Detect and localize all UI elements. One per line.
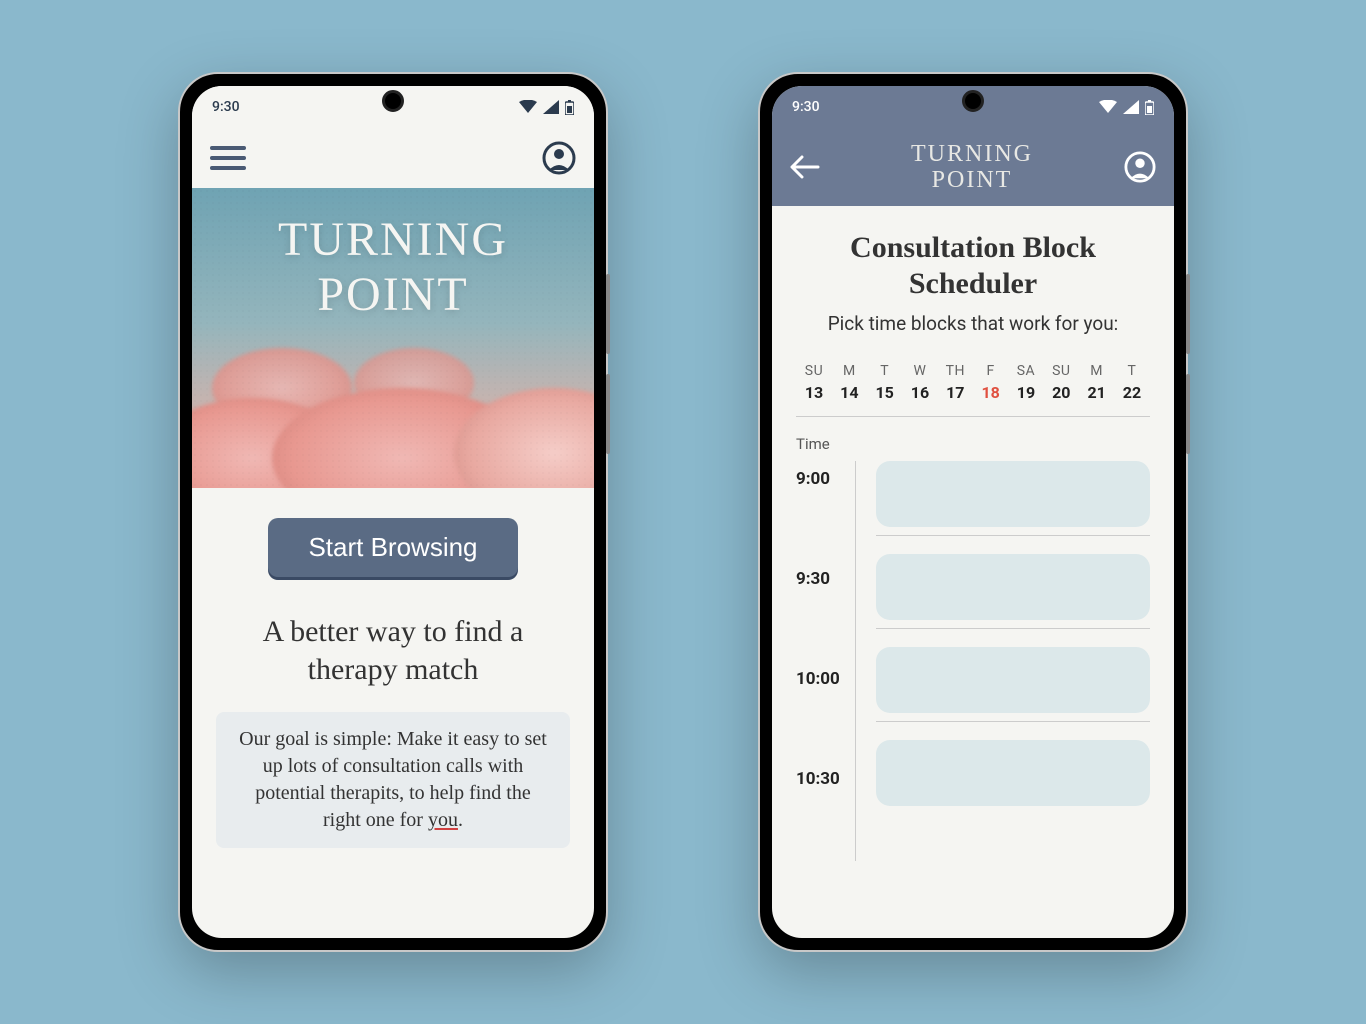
calendar-day-number[interactable]: 21 — [1081, 383, 1113, 402]
calendar-day-number[interactable]: 15 — [869, 383, 901, 402]
time-label-cell: 10:00 — [796, 661, 845, 761]
time-label-cell: 9:30 — [796, 561, 845, 661]
calendar-day-label: TH — [939, 363, 971, 379]
wifi-icon — [1099, 100, 1117, 114]
menu-icon[interactable] — [210, 146, 246, 170]
calendar-day-labels: SUMTWTHFSASUMT — [796, 363, 1150, 379]
calendar-day-label: SU — [1045, 363, 1077, 379]
calendar-day-label: SA — [1010, 363, 1042, 379]
time-label-cell: 9:00 — [796, 461, 845, 561]
calendar-day-label: M — [1081, 363, 1113, 379]
divider — [876, 535, 1150, 536]
status-icons — [519, 100, 574, 115]
hero-title: TURNING POINT — [278, 212, 508, 322]
slot-column — [876, 461, 1150, 861]
page-title: Consultation Block Scheduler — [796, 230, 1150, 302]
home-headline: A better way to find a therapy match — [216, 613, 570, 688]
camera-notch — [962, 90, 984, 112]
calendar-day-number[interactable]: 18 — [975, 383, 1007, 402]
calendar-day-number[interactable]: 22 — [1116, 383, 1148, 402]
divider — [796, 416, 1150, 417]
header-title-line2: POINT — [911, 167, 1033, 193]
phone-mockup-home: 9:30 TURNI — [178, 72, 608, 952]
time-column: 9:009:3010:0010:30 — [796, 461, 856, 861]
wifi-icon — [519, 100, 537, 114]
calendar-day-label: SU — [798, 363, 830, 379]
camera-notch — [382, 90, 404, 112]
home-blurb: Our goal is simple: Make it easy to set … — [216, 712, 570, 848]
hero-banner: TURNING POINT — [192, 188, 594, 488]
calendar-day-number[interactable]: 17 — [939, 383, 971, 402]
app-header: TURNING POINT — [772, 128, 1174, 206]
signal-icon — [543, 100, 559, 114]
phone-mockup-scheduler: 9:30 TURNING POINT Consultation Block Sc… — [758, 72, 1188, 952]
phone-side-button — [606, 374, 610, 454]
hero-title-line2: POINT — [278, 267, 508, 322]
schedule-grid: 9:009:3010:0010:30 — [796, 461, 1150, 861]
hero-title-line1: TURNING — [278, 212, 508, 267]
calendar-day-label: F — [975, 363, 1007, 379]
blurb-text-post: . — [458, 809, 463, 831]
app-header — [192, 128, 594, 188]
time-column-header: Time — [796, 435, 1150, 453]
start-browsing-button[interactable]: Start Browsing — [268, 518, 517, 577]
battery-icon — [1145, 100, 1154, 115]
time-label-cell: 10:30 — [796, 761, 845, 861]
calendar-day-label: W — [904, 363, 936, 379]
phone-screen-scheduler: 9:30 TURNING POINT Consultation Block Sc… — [772, 86, 1174, 938]
scheduler-content: Consultation Block Scheduler Pick time b… — [772, 206, 1174, 861]
calendar-day-number[interactable]: 20 — [1045, 383, 1077, 402]
status-time: 9:30 — [212, 99, 240, 115]
calendar-day-number[interactable]: 13 — [798, 383, 830, 402]
signal-icon — [1123, 100, 1139, 114]
status-time: 9:30 — [792, 99, 820, 115]
divider — [876, 721, 1150, 722]
calendar-day-number[interactable]: 14 — [833, 383, 865, 402]
calendar-day-number[interactable]: 19 — [1010, 383, 1042, 402]
phone-side-button — [1186, 274, 1190, 354]
phone-side-button — [1186, 374, 1190, 454]
blurb-text-underlined: you — [428, 809, 458, 831]
profile-icon[interactable] — [1124, 151, 1156, 183]
divider — [876, 628, 1150, 629]
home-content: Start Browsing A better way to find a th… — [192, 488, 594, 878]
header-title-line1: TURNING — [911, 141, 1033, 167]
time-slot-block[interactable] — [876, 740, 1150, 806]
header-title: TURNING POINT — [911, 141, 1033, 194]
phone-screen-home: 9:30 TURNI — [192, 86, 594, 938]
calendar-day-label: T — [869, 363, 901, 379]
blurb-text-pre: Our goal is simple: Make it easy to set … — [239, 728, 547, 831]
phone-side-button — [606, 274, 610, 354]
profile-icon[interactable] — [542, 141, 576, 175]
battery-icon — [565, 100, 574, 115]
calendar-day-number[interactable]: 16 — [904, 383, 936, 402]
page-subtitle: Pick time blocks that work for you: — [796, 312, 1150, 337]
calendar-day-label: T — [1116, 363, 1148, 379]
status-icons — [1099, 100, 1154, 115]
time-slot-block[interactable] — [876, 554, 1150, 620]
calendar-day-numbers: 13141516171819202122 — [796, 383, 1150, 402]
time-slot-block[interactable] — [876, 647, 1150, 713]
back-icon[interactable] — [790, 155, 820, 179]
calendar-day-label: M — [833, 363, 865, 379]
time-slot-block[interactable] — [876, 461, 1150, 527]
